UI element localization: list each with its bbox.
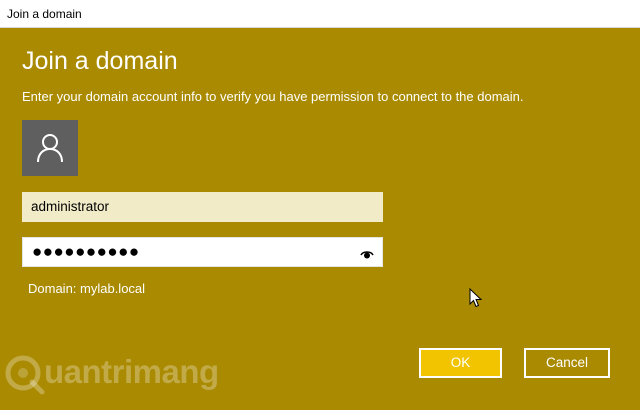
mouse-pointer-icon xyxy=(469,287,483,313)
user-icon xyxy=(37,134,63,163)
user-avatar xyxy=(22,120,78,176)
title-bar: Join a domain xyxy=(0,0,640,28)
username-value: administrator xyxy=(31,199,110,214)
dialog-heading: Join a domain xyxy=(22,47,178,75)
window-title: Join a domain xyxy=(7,7,82,21)
dialog-description: Enter your domain account info to verify… xyxy=(22,89,524,104)
watermark-logo-icon xyxy=(5,355,45,395)
username-input[interactable]: administrator xyxy=(22,192,383,222)
watermark-text: uantrimang xyxy=(44,353,219,390)
cancel-button[interactable]: Cancel xyxy=(524,348,610,378)
domain-label: Domain: mylab.local xyxy=(28,281,146,296)
eye-icon[interactable] xyxy=(360,247,374,262)
watermark: uantrimang xyxy=(0,350,230,398)
password-value: ●●●●●●●●●● xyxy=(32,242,140,261)
password-input[interactable]: ●●●●●●●●●● xyxy=(22,237,383,267)
ok-button[interactable]: OK xyxy=(419,348,502,378)
join-domain-window: Join a domain Join a domain Enter your d… xyxy=(0,0,640,410)
